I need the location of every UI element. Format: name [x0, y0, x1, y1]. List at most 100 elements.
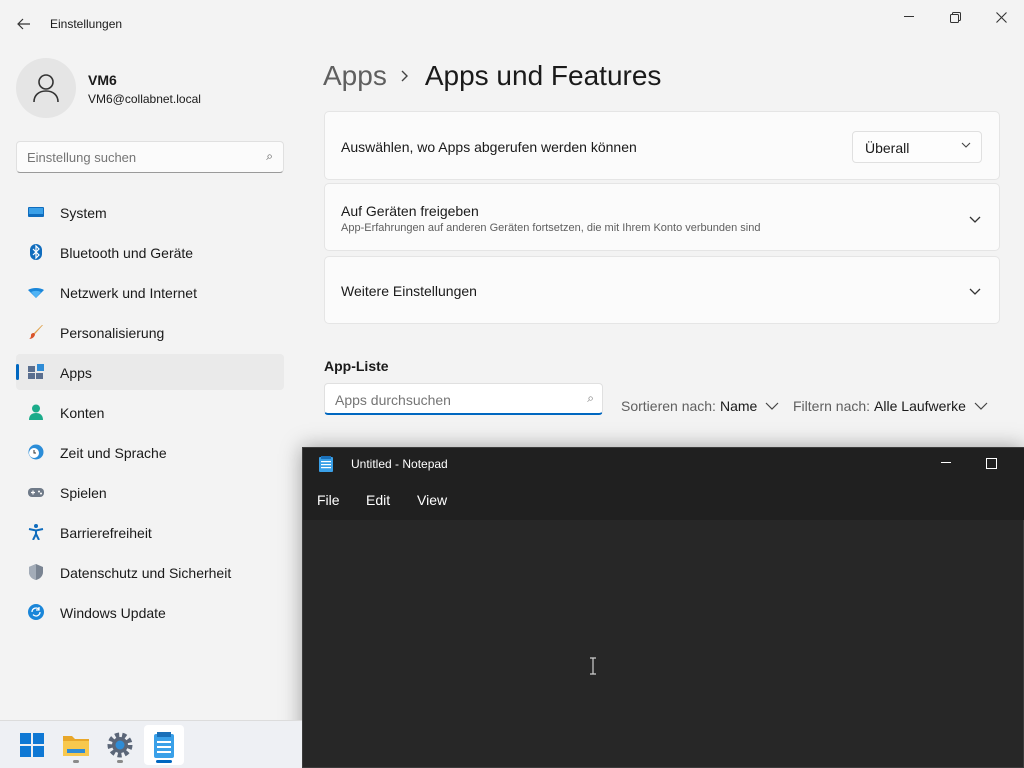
sort-dropdown[interactable]: Sortieren nach: Name — [621, 398, 779, 414]
apps-icon — [28, 364, 44, 379]
filter-dropdown[interactable]: Filtern nach: Alle Laufwerke — [793, 398, 988, 414]
menu-file[interactable]: File — [317, 492, 340, 508]
wifi-icon — [28, 287, 44, 298]
notepad-icon — [154, 732, 174, 758]
chevron-down-icon — [969, 288, 981, 295]
clock-globe-icon — [28, 444, 44, 460]
sidebar-item-label: Netzwerk und Internet — [60, 285, 197, 301]
notepad-titlebar[interactable]: Untitled - Notepad — [303, 448, 1024, 480]
minimize-button[interactable] — [886, 0, 932, 34]
window-title: Einstellungen — [50, 17, 123, 31]
close-icon — [995, 11, 1007, 23]
sidebar-nav: System Bluetooth und Geräte Netzwerk und… — [16, 194, 284, 634]
app-search[interactable]: ⌕ — [324, 383, 603, 415]
more-settings-title: Weitere Einstellungen — [341, 283, 477, 299]
sidebar-item-label: Windows Update — [60, 605, 166, 621]
sort-label: Sortieren nach: — [621, 398, 716, 414]
sidebar-item-accessibility[interactable]: Barrierefreiheit — [16, 514, 284, 550]
bluetooth-icon — [30, 244, 42, 260]
settings-button[interactable] — [100, 725, 140, 765]
sidebar-item-network[interactable]: Netzwerk und Internet — [16, 274, 284, 310]
app-list-title: App-Liste — [324, 358, 389, 374]
notepad-window: Untitled - Notepad File Edit View — [302, 447, 1024, 768]
app-source-value: Überall — [865, 140, 910, 156]
monitor-icon — [28, 207, 44, 217]
page-title: Apps und Features — [424, 60, 662, 91]
sort-value: Name — [719, 398, 758, 414]
windows-logo-icon — [20, 733, 44, 757]
restore-button[interactable] — [932, 0, 978, 34]
sidebar-item-bluetooth[interactable]: Bluetooth und Geräte — [16, 234, 284, 270]
person-icon — [33, 74, 59, 103]
shield-icon — [29, 564, 43, 580]
sidebar-item-gaming[interactable]: Spielen — [16, 474, 284, 510]
taskbar — [0, 720, 302, 768]
chevron-down-icon — [765, 402, 779, 410]
update-icon — [28, 604, 44, 620]
filter-label: Filtern nach: — [793, 398, 871, 414]
more-settings-card[interactable]: Weitere Einstellungen — [324, 256, 1000, 324]
settings-titlebar: Einstellungen — [0, 0, 1024, 48]
sidebar-item-label: Bluetooth und Geräte — [60, 245, 194, 261]
chevron-right-icon — [401, 70, 408, 82]
share-devices-title: Auf Geräten freigeben — [341, 203, 479, 219]
sidebar-item-label: Apps — [60, 365, 92, 381]
close-button[interactable] — [978, 0, 1024, 34]
share-devices-card[interactable]: Auf Geräten freigeben App-Erfahrungen au… — [324, 183, 1000, 251]
running-indicator — [156, 760, 172, 763]
sidebar-item-windows-update[interactable]: Windows Update — [16, 594, 284, 630]
file-explorer-button[interactable] — [56, 725, 96, 765]
sidebar-item-label: Barrierefreiheit — [60, 525, 152, 541]
menu-view[interactable]: View — [417, 492, 447, 508]
gear-icon — [107, 732, 133, 758]
back-arrow-icon — [17, 18, 30, 30]
app-source-dropdown[interactable]: Überall — [852, 131, 982, 163]
sidebar-item-label: Personalisierung — [60, 325, 165, 341]
app-search-input[interactable] — [335, 390, 565, 410]
running-indicator — [117, 760, 123, 763]
minimize-icon — [941, 462, 951, 463]
chevron-down-icon — [961, 142, 971, 148]
person-icon — [29, 404, 43, 420]
settings-search[interactable]: ⌕ — [16, 141, 284, 173]
start-button[interactable] — [12, 725, 52, 765]
filter-value: Alle Laufwerke — [874, 398, 966, 414]
sidebar-item-privacy[interactable]: Datenschutz und Sicherheit — [16, 554, 284, 590]
sidebar-item-label: Konten — [60, 405, 105, 421]
sidebar-item-system[interactable]: System — [16, 194, 284, 230]
avatar — [16, 58, 76, 118]
sidebar-item-label: Spielen — [60, 485, 107, 501]
sidebar-item-accounts[interactable]: Konten — [16, 394, 284, 430]
search-icon: ⌕ — [587, 391, 594, 405]
chevron-down-icon — [974, 402, 988, 410]
sidebar-item-personalization[interactable]: Personalisierung — [16, 314, 284, 350]
restore-icon — [949, 11, 961, 23]
sidebar-item-label: Datenschutz und Sicherheit — [60, 565, 232, 581]
sidebar-item-label: System — [60, 205, 107, 221]
accessibility-icon — [28, 524, 44, 540]
notepad-minimize-button[interactable] — [923, 448, 969, 478]
notepad-text-area[interactable] — [303, 520, 1023, 767]
text-cursor-icon — [590, 657, 596, 675]
paintbrush-icon — [29, 325, 43, 339]
breadcrumb-parent[interactable]: Apps — [323, 60, 387, 92]
user-name: VM6 — [88, 72, 117, 88]
notepad-maximize-button[interactable] — [968, 448, 1014, 478]
gamepad-icon — [28, 488, 44, 497]
running-indicator — [73, 760, 79, 763]
app-source-card: Auswählen, wo Apps abgerufen werden könn… — [324, 111, 1000, 180]
sidebar-item-label: Zeit und Sprache — [60, 445, 167, 461]
notepad-icon — [319, 456, 333, 472]
notepad-title: Untitled - Notepad — [351, 457, 448, 471]
sidebar-item-time-language[interactable]: Zeit und Sprache — [16, 434, 284, 470]
notepad-button[interactable] — [144, 725, 184, 765]
settings-search-input[interactable] — [27, 148, 247, 166]
share-devices-subtitle: App-Erfahrungen auf anderen Geräten fort… — [341, 222, 761, 234]
minimize-icon — [904, 16, 914, 17]
maximize-icon — [985, 457, 997, 469]
breadcrumb: Apps Apps und Features — [323, 58, 661, 94]
sidebar-item-apps[interactable]: Apps — [16, 354, 284, 390]
back-button[interactable] — [10, 10, 38, 38]
folder-icon — [63, 736, 89, 756]
menu-edit[interactable]: Edit — [366, 492, 390, 508]
